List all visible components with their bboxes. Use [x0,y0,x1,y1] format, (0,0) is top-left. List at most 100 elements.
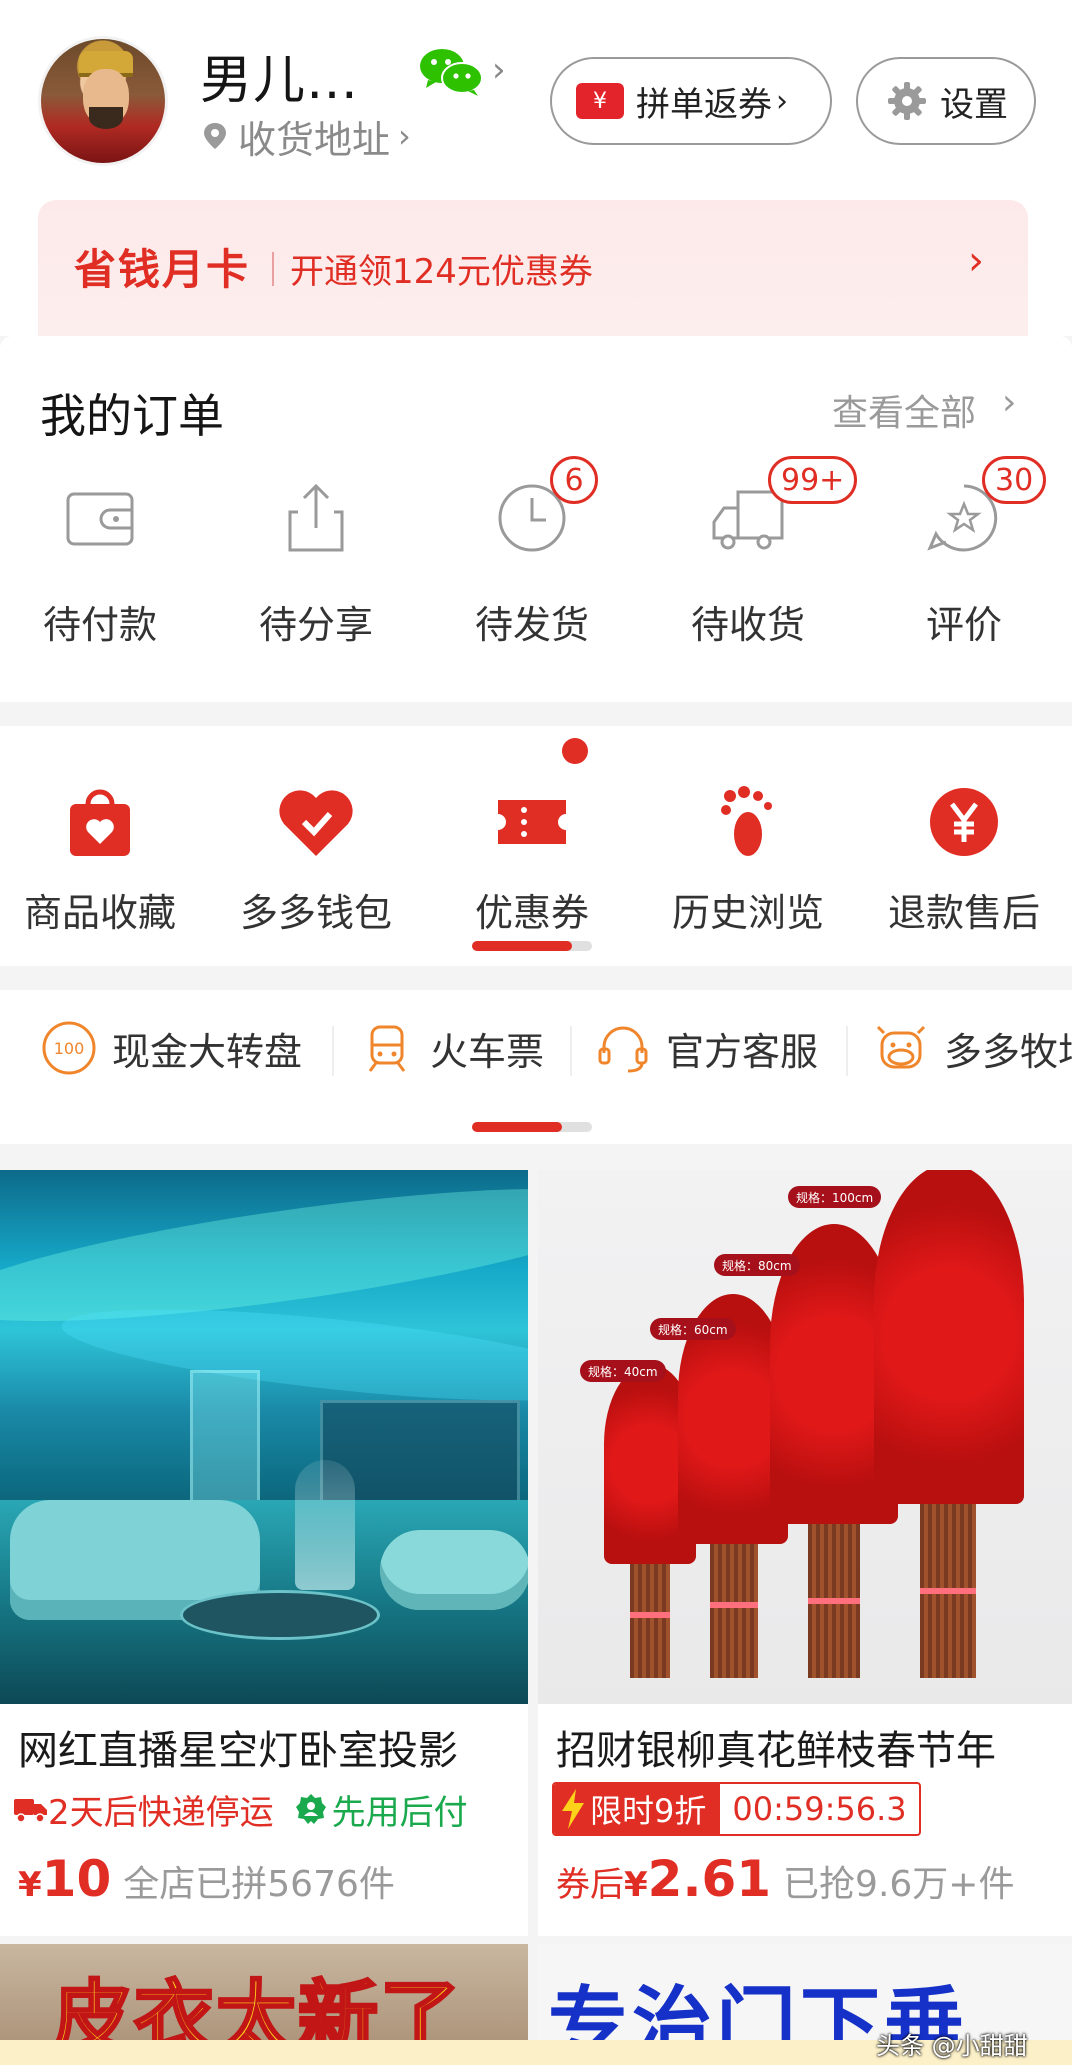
coupon-return-button[interactable]: ¥ 拼单返券 › [550,57,832,145]
flash-sale-label: 限时9折 [590,1792,707,1830]
notification-dot [562,738,588,764]
section-title: 我的订单 [40,389,224,443]
history-shortcut[interactable]: 历史浏览 [648,762,848,935]
currency-symbol: ¥ [18,1865,42,1905]
product-title: 招财银柳真花鲜枝春节年 [556,1728,996,1774]
train-ticket-link[interactable]: 火车票 [358,1018,544,1078]
chevron-right-icon: › [398,117,411,155]
order-count-badge: 30 [982,456,1047,504]
address-label: 收货地址 [238,117,391,162]
pay-later-icon [295,1794,326,1824]
settings-button[interactable]: 设置 [856,57,1036,145]
service-label: 退款售后 [887,891,1040,935]
currency-symbol: ¥ [624,1865,648,1905]
chevron-right-icon[interactable]: › [492,50,506,90]
product-image[interactable]: 规格：100cm 规格：80cm 规格：60cm 规格：40cm [538,1170,1072,1704]
service-label: 优惠券 [474,891,589,935]
chevron-right-icon: › [968,238,984,284]
duoduo-ranch-link[interactable]: 多多牧场 [872,1018,1072,1078]
shipping-note: 2天后快递停运 [48,1792,274,1833]
pay-later-label: 先用后付 [331,1792,468,1833]
cow-icon [876,1025,926,1069]
username[interactable]: 男儿… [200,38,359,113]
divider [272,252,274,286]
product-image[interactable] [0,1170,528,1704]
order-label: 待付款 [42,603,157,647]
delivery-truck-icon [14,1799,47,1823]
bag-heart-icon [70,789,130,856]
gear-icon [888,82,926,120]
service-label: 历史浏览 [671,891,824,935]
divider [570,1026,572,1076]
headset-icon [598,1026,648,1073]
product-price: 2.61 [647,1850,772,1908]
countdown-timer: 00:59:56.3 [720,1790,919,1828]
customer-service-link[interactable]: 官方客服 [594,1018,818,1078]
product-title: 网红直播星空灯卧室投影 [18,1728,458,1774]
footprint-icon [721,786,772,856]
wallet-shortcut[interactable]: 多多钱包 [216,762,416,935]
yuan-circle-icon [930,788,998,856]
cash-wheel-link[interactable]: 100 现金大转盘 [40,1018,302,1078]
order-label: 评价 [925,603,1002,647]
address-link[interactable]: 收货地址 › [200,112,411,162]
my-orders-section: 我的订单 查看全部 › 待付款 待分享 6 待发货 99+ 待收货 30 评价 [0,336,1072,702]
order-count-badge: 6 [550,456,598,504]
service-label: 多多钱包 [239,891,392,935]
size-tag: 规格：100cm [788,1186,882,1208]
quick-link-label: 官方客服 [666,1029,819,1074]
product-tags: 2天后快递停运 先用后付 [14,1782,468,1836]
wechat-icon [420,49,483,96]
month-card-banner[interactable]: 省钱月卡 开通领124元优惠券 › [38,200,1028,336]
svg-text:100: 100 [54,1039,85,1058]
avatar[interactable] [38,36,168,166]
order-pending-payment[interactable]: 待付款 [10,456,190,676]
chevron-right-icon: › [776,83,788,119]
share-icon [288,483,344,552]
order-pending-share[interactable]: 待分享 [226,456,406,676]
order-pending-ship[interactable]: 6 待发货 [442,456,622,676]
chevron-right-icon[interactable]: › [1002,382,1016,423]
quick-link-label: 火车票 [430,1029,545,1074]
order-review[interactable]: 30 评价 [874,456,1054,676]
watermark: 头条 @小甜甜 [876,2032,1028,2060]
wheel-100-icon: 100 [42,1021,96,1075]
quick-links-scroll-indicator [472,1122,592,1132]
ticket-icon [498,800,566,844]
view-all-orders-link[interactable]: 查看全部 [832,384,976,436]
size-tag: 规格：80cm [714,1254,800,1276]
order-count-badge: 99+ [768,456,858,504]
divider [332,1026,334,1076]
price-row: 券后 ¥ 2.61 已抢9.6万+件 [556,1850,1014,1910]
order-label: 待分享 [258,603,373,647]
settings-label: 设置 [940,84,1008,125]
train-icon [368,1025,406,1072]
services-row: 商品收藏 多多钱包 优惠券 历史浏览 退款售后 [0,726,1072,966]
quick-link-label: 多多牧场 [944,1029,1072,1074]
profile-header: 男儿… › 收货地址 › ¥ 拼单返券 › 设置 省钱月卡 开通领124元优惠券… [0,0,1072,336]
favorites-shortcut[interactable]: 商品收藏 [0,762,200,935]
product-price: 10 [41,1850,112,1908]
divider [846,1026,848,1076]
quick-links-row: 100 现金大转盘 火车票 官方客服 多多牧场 [0,990,1072,1144]
order-pending-receive[interactable]: 99+ 待收货 [658,456,858,676]
coupon-return-label: 拼单返券 [636,84,772,125]
product-card-starry-lamp[interactable]: 网红直播星空灯卧室投影 2天后快递停运 先用后付 ¥ 10 全店已拼5676件 [0,1170,528,1936]
month-card-text: 开通领124元优惠券 [290,252,593,292]
quick-link-label: 现金大转盘 [112,1029,303,1074]
services-scroll-indicator [472,941,592,951]
refund-shortcut[interactable]: 退款售后 [864,762,1064,935]
wallet-icon [66,492,134,546]
size-tag: 规格：60cm [650,1318,736,1340]
coupons-shortcut[interactable]: 优惠券 [432,762,632,935]
flash-sale-tag: 限时9折 00:59:56.3 [552,1782,921,1836]
coupon-yuan-icon: ¥ [576,83,624,119]
lightning-icon [562,1789,584,1829]
order-label: 待发货 [474,603,589,647]
product-card-willow[interactable]: 规格：100cm 规格：80cm 规格：60cm 规格：40cm 招财银柳真花鲜… [538,1170,1072,1936]
order-label: 待收货 [690,603,805,647]
price-prefix: 券后 [556,1865,624,1905]
location-pin-icon [204,123,226,149]
wallet-heart-icon [279,790,353,856]
service-label: 商品收藏 [23,891,176,935]
